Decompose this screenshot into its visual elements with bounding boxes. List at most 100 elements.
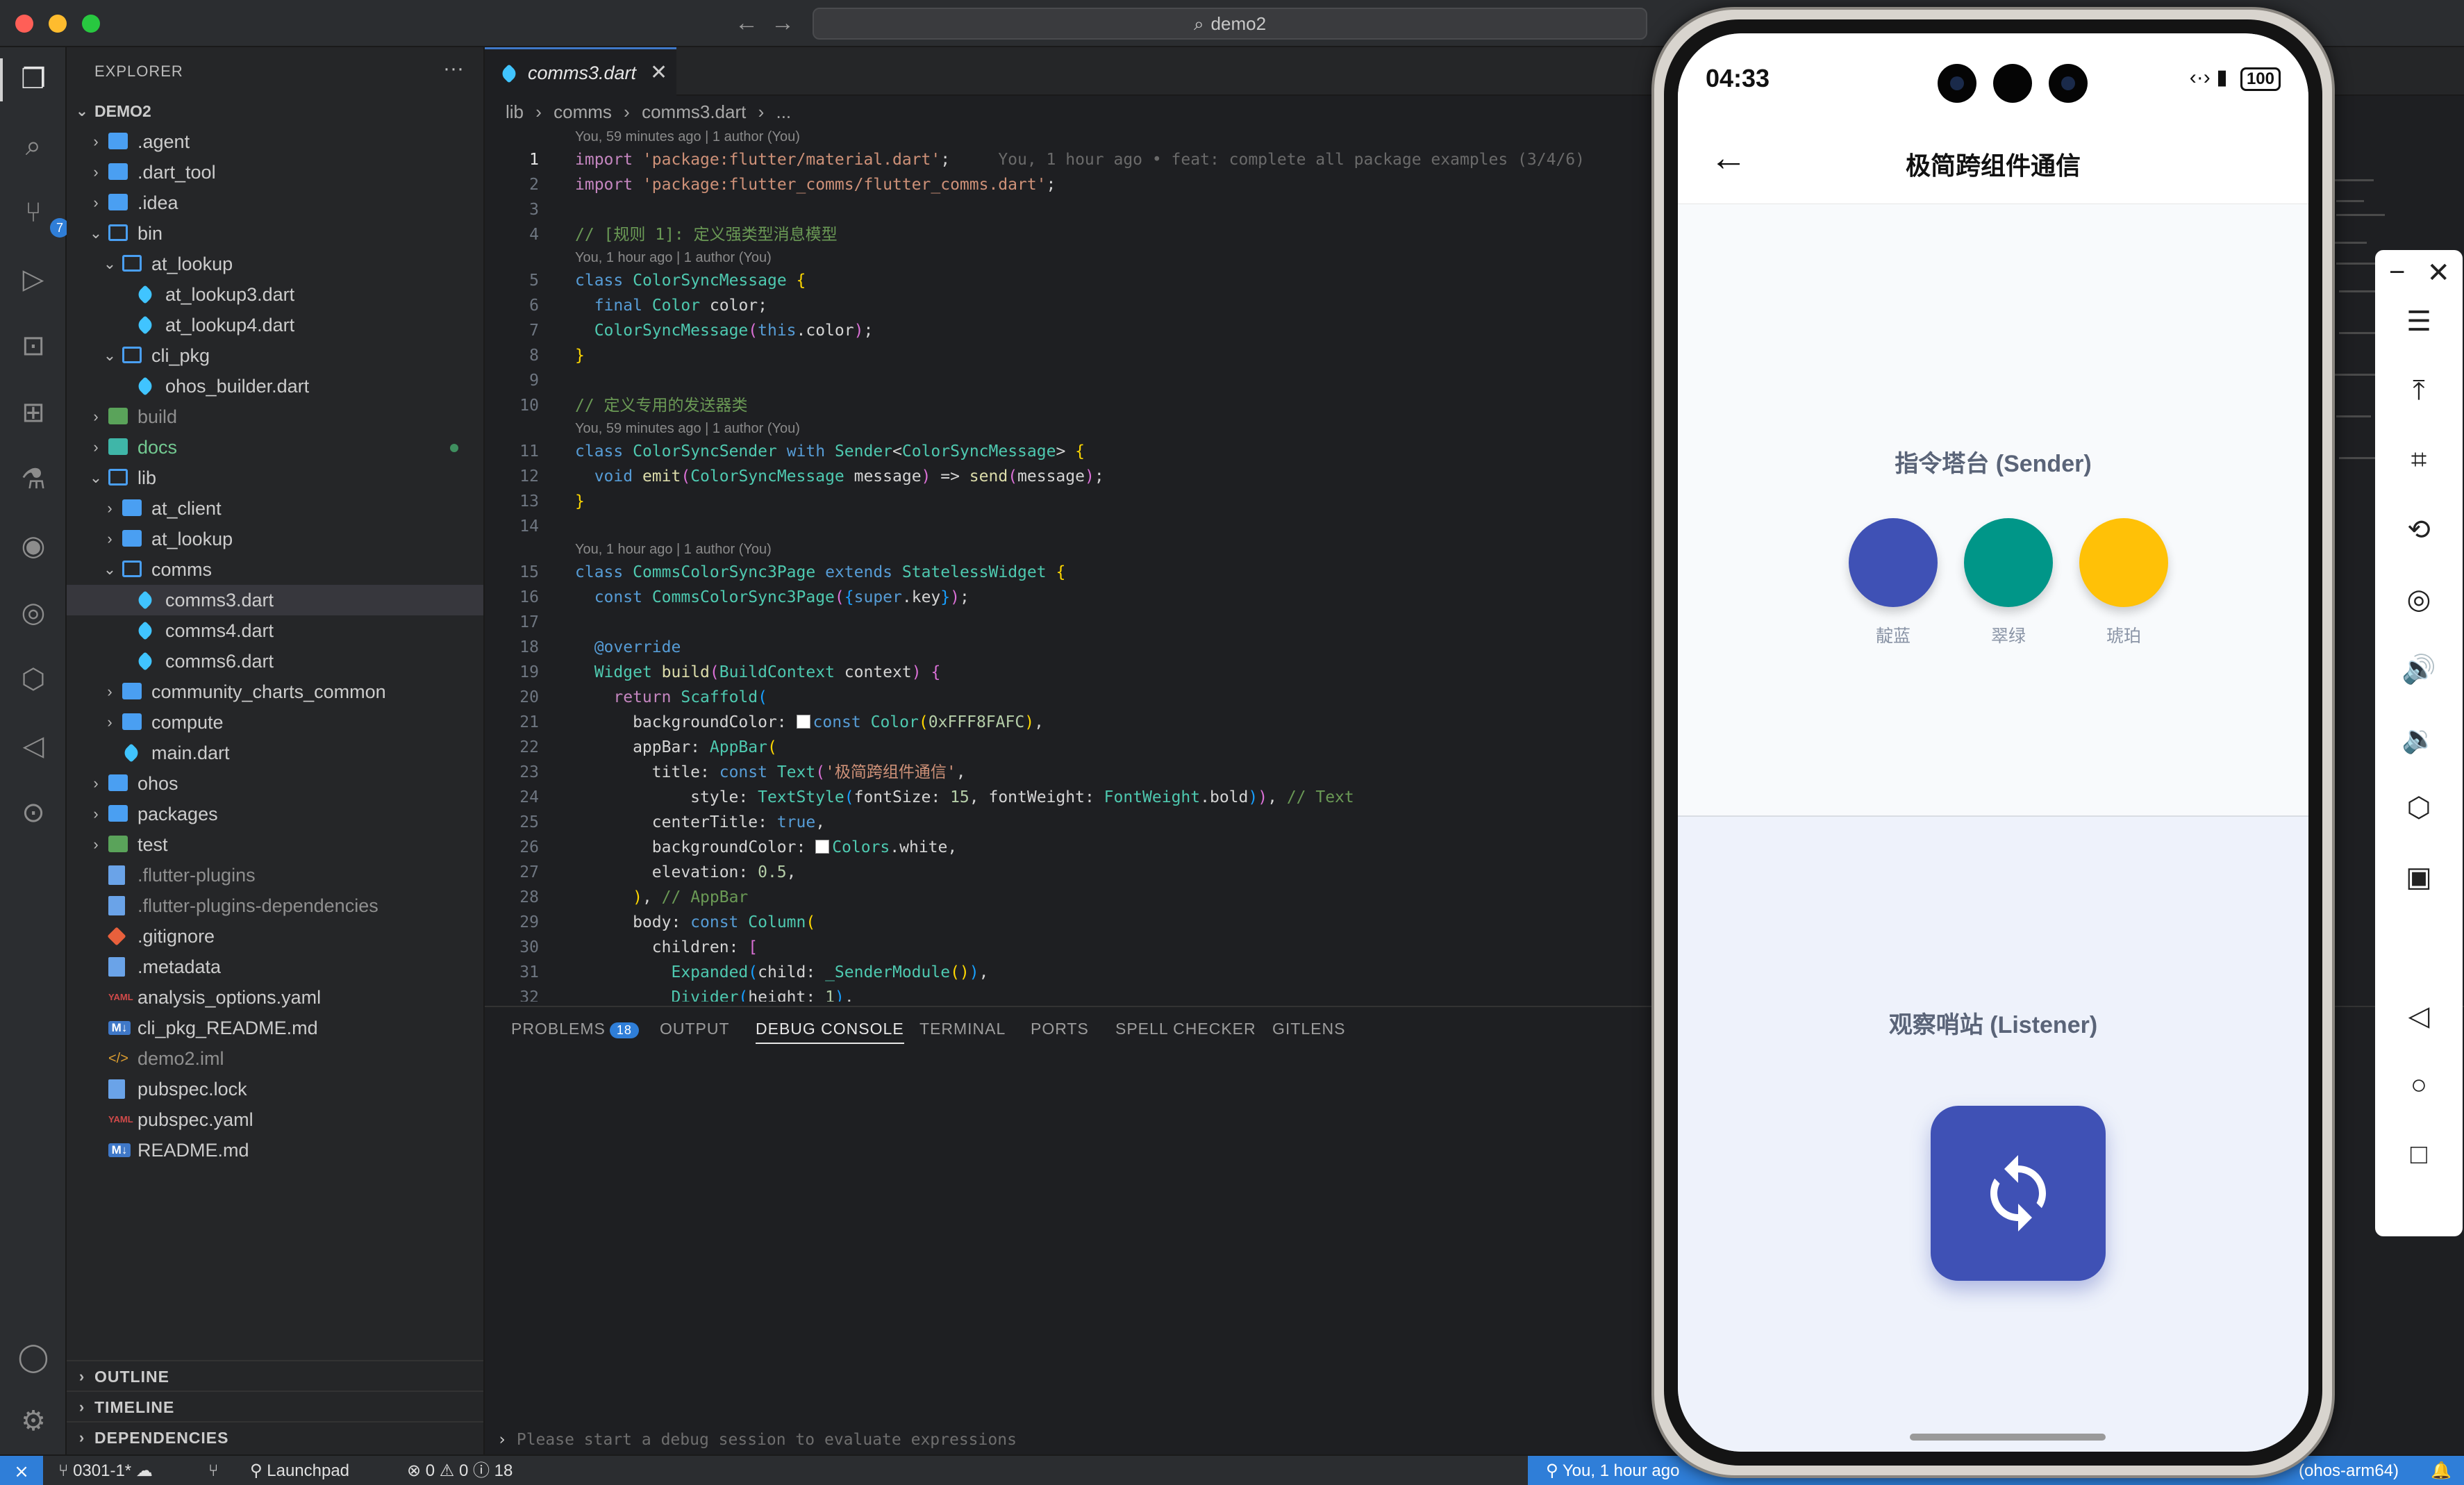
tree-item[interactable]: comms3.dart [67, 585, 483, 615]
breadcrumb-comms[interactable]: comms [553, 101, 612, 122]
home-icon[interactable]: ○ [2375, 1070, 2463, 1101]
gitlens-status-icon[interactable]: ⑂ [208, 1456, 218, 1485]
close-window-button[interactable] [15, 15, 33, 33]
tree-item[interactable]: M↓ README.md [67, 1135, 483, 1165]
tab-debug-console[interactable]: DEBUG CONSOLE [756, 1020, 904, 1044]
tree-item[interactable]: › build [67, 401, 483, 432]
tree-item[interactable]: comms6.dart [67, 646, 483, 677]
zoom-window-button[interactable] [82, 15, 100, 33]
explorer-icon[interactable]: ❐ [15, 61, 51, 97]
codelens-blame[interactable]: You, 1 hour ago | 1 author (You) [575, 539, 772, 560]
breadcrumb-lib[interactable]: lib [506, 101, 524, 122]
tree-item[interactable]: › packages [67, 799, 483, 829]
tree-item[interactable]: ⌄ at_lookup [67, 249, 483, 279]
tree-item[interactable]: ⌄ bin [67, 218, 483, 249]
tab-problems[interactable]: PROBLEMS 18 [511, 1020, 639, 1038]
codelens-blame[interactable]: You, 59 minutes ago | 1 author (You) [575, 126, 800, 147]
tree-item[interactable]: ⌄ cli_pkg [67, 340, 483, 371]
tree-item[interactable]: › ohos [67, 768, 483, 799]
tree-item[interactable]: </> demo2.iml [67, 1043, 483, 1074]
branch-status[interactable]: ⑂ 0301-1* ☁ [58, 1456, 153, 1485]
blame-status[interactable]: ⚲ You, 1 hour ago [1546, 1456, 1679, 1485]
shake-icon[interactable]: ⬡ [2375, 792, 2463, 824]
gitlens-icon[interactable]: ◉ [15, 528, 51, 564]
tree-item[interactable]: › docs [67, 432, 483, 463]
tree-item[interactable]: .flutter-plugins [67, 860, 483, 890]
remote-indicator-icon[interactable]: ⨯ [0, 1456, 43, 1485]
remote-explorer-icon[interactable]: ⊡ [15, 328, 51, 364]
tree-item[interactable]: YAML analysis_options.yaml [67, 982, 483, 1013]
tree-item[interactable]: › at_lookup [67, 524, 483, 554]
device-status[interactable]: (ohos-arm64) [2299, 1456, 2399, 1485]
breadcrumb-file[interactable]: comms3.dart [642, 101, 746, 122]
tree-item[interactable]: at_lookup4.dart [67, 310, 483, 340]
account-icon[interactable]: ◯ [15, 1339, 51, 1375]
dependencies-section[interactable]: › DEPENDENCIES [67, 1421, 483, 1452]
tree-item[interactable]: ⌄ lib [67, 463, 483, 493]
command-center-search[interactable]: ⌕ demo2 [813, 8, 1647, 40]
amber-color-button[interactable] [2079, 518, 2168, 607]
minimize-window-button[interactable] [49, 15, 67, 33]
volume-up-icon[interactable]: 🔊 [2375, 653, 2463, 686]
testing-icon[interactable]: ⚗ [15, 461, 51, 497]
extensions-icon[interactable]: ⊞ [15, 395, 51, 431]
rotate-icon[interactable]: ⟲ [2375, 514, 2463, 546]
tree-item[interactable]: comms4.dart [67, 615, 483, 646]
scan-icon[interactable]: ⊙ [15, 795, 51, 831]
timeline-section[interactable]: › TIMELINE [67, 1391, 483, 1421]
tree-item[interactable]: YAML pubspec.yaml [67, 1104, 483, 1135]
tab-gitlens[interactable]: GITLENS [1272, 1020, 1345, 1038]
more-actions-icon[interactable]: ··· [443, 57, 464, 81]
pin-icon[interactable]: ⤒ [2375, 375, 2463, 406]
tree-item[interactable]: main.dart [67, 738, 483, 768]
tree-item[interactable]: › community_charts_common [67, 677, 483, 707]
notifications-icon[interactable]: 🔔 [2431, 1456, 2451, 1485]
green-color-button[interactable] [1964, 518, 2053, 607]
debug-console-input[interactable]: › Please start a debug session to evaluat… [497, 1431, 1017, 1449]
launchpad-status[interactable]: ⚲ Launchpad [250, 1456, 349, 1485]
forward-arrow-icon[interactable]: → [771, 10, 794, 37]
problems-status[interactable]: ⊗ 0 ⚠ 0 ⓘ 18 [407, 1456, 513, 1485]
github-icon[interactable]: ◎ [15, 595, 51, 631]
tree-item[interactable]: › .dart_tool [67, 157, 483, 188]
crop-icon[interactable]: ⌗ [2375, 445, 2463, 476]
tab-comms3[interactable]: comms3.dart ✕ [485, 47, 676, 96]
run-debug-icon[interactable]: ▷ [15, 261, 51, 297]
tree-item[interactable]: pubspec.lock [67, 1074, 483, 1104]
indigo-color-button[interactable] [1849, 518, 1938, 607]
tab-spell-checker[interactable]: SPELL CHECKER [1115, 1020, 1256, 1038]
tree-item[interactable]: › .idea [67, 188, 483, 218]
recents-icon[interactable]: □ [2375, 1139, 2463, 1170]
menu-icon[interactable]: ☰ [2375, 306, 2463, 338]
screenshot-icon[interactable]: ◎ [2375, 583, 2463, 615]
close-icon[interactable]: ✕ [2375, 257, 2463, 289]
tab-output[interactable]: OUTPUT [660, 1020, 730, 1038]
tree-item[interactable]: › test [67, 829, 483, 860]
tab-ports[interactable]: PORTS [1031, 1020, 1089, 1038]
source-control-icon[interactable]: ⑂ 7 [15, 194, 69, 238]
tree-item[interactable]: .gitignore [67, 921, 483, 952]
home-indicator[interactable] [1910, 1434, 2106, 1441]
tree-item[interactable]: ohos_builder.dart [67, 371, 483, 401]
containers-icon[interactable]: ⬡ [15, 661, 51, 697]
tree-item[interactable]: M↓ cli_pkg_README.md [67, 1013, 483, 1043]
volume-down-icon[interactable]: 🔉 [2375, 722, 2463, 755]
back-icon[interactable]: ◁ [2375, 1000, 2463, 1032]
tree-item[interactable]: › compute [67, 707, 483, 738]
breadcrumb-symbol[interactable]: ... [776, 101, 791, 122]
tree-item[interactable]: › at_client [67, 493, 483, 524]
tree-item[interactable]: .metadata [67, 952, 483, 982]
tree-item[interactable]: .flutter-plugins-dependencies [67, 890, 483, 921]
multi-device-icon[interactable]: ▣ [2375, 861, 2463, 893]
outline-section[interactable]: › OUTLINE [67, 1360, 483, 1391]
tree-item[interactable]: ⌄ comms [67, 554, 483, 585]
search-icon[interactable]: ⌕ [15, 128, 51, 164]
code-editor[interactable]: You, 59 minutes ago | 1 author (You) 1 im… [485, 126, 1651, 1002]
tree-item[interactable]: › .agent [67, 126, 483, 157]
codelens-blame[interactable]: You, 1 hour ago | 1 author (You) [575, 247, 772, 268]
workspace-root[interactable]: ⌄ DEMO2 [67, 96, 483, 126]
flutter-icon[interactable]: ◁ [15, 728, 51, 764]
tab-terminal[interactable]: TERMINAL [919, 1020, 1006, 1038]
back-arrow-icon[interactable]: ← [735, 10, 758, 37]
close-icon[interactable]: ✕ [650, 60, 667, 85]
